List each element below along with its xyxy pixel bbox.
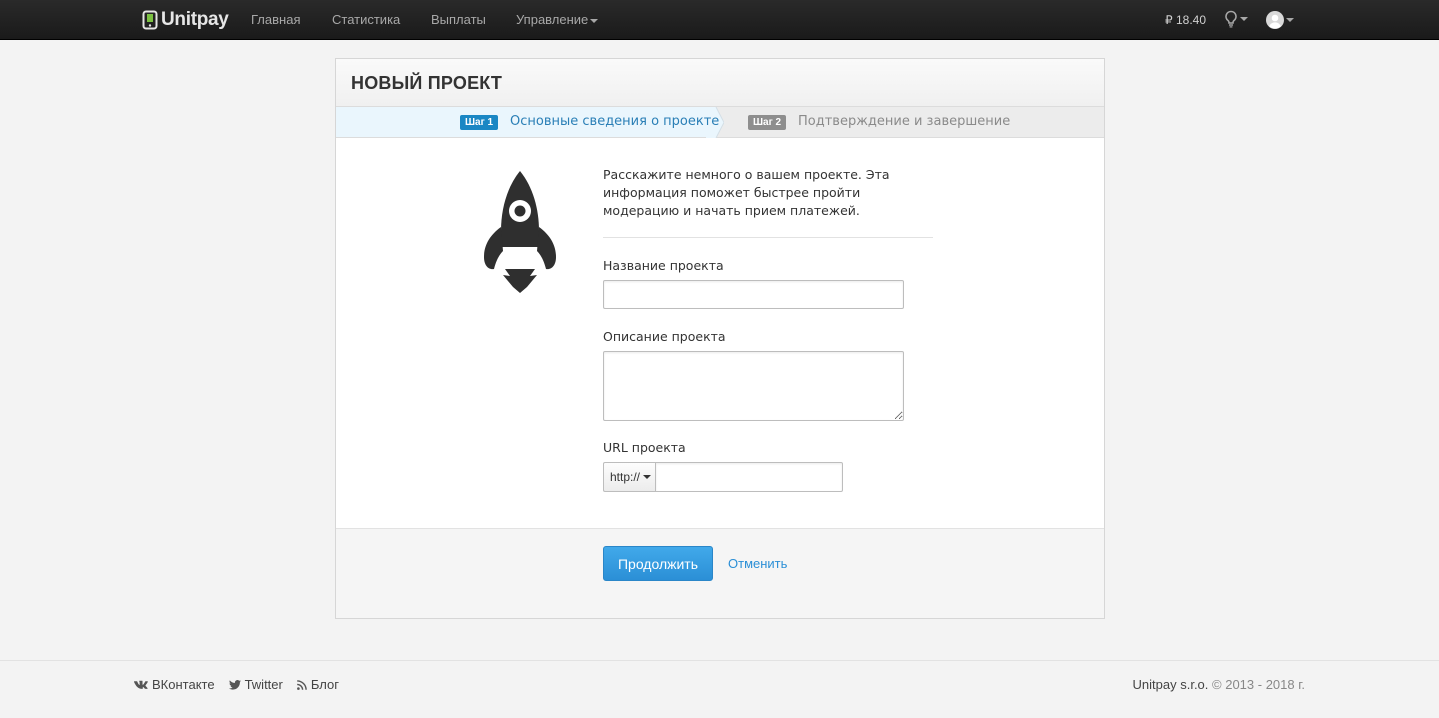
continue-button[interactable]: Продолжить xyxy=(603,546,713,581)
lightbulb-icon xyxy=(1225,10,1237,28)
project-description-input[interactable] xyxy=(603,351,904,421)
project-description-label: Описание проекта xyxy=(603,329,726,344)
project-url-input[interactable] xyxy=(655,462,843,492)
rocket-icon xyxy=(484,171,556,293)
nav-payouts[interactable]: Выплаты xyxy=(431,12,486,27)
balance-display[interactable]: ₽ 18.40 xyxy=(1165,13,1206,27)
footer-link-label: Блог xyxy=(310,677,339,692)
chevron-down-icon xyxy=(643,475,652,479)
footer-link-twitter[interactable]: Twitter xyxy=(228,677,283,692)
project-name-label: Название проекта xyxy=(603,258,724,273)
step-2-label: Подтверждение и завершение xyxy=(798,114,1011,129)
chevron-down-icon xyxy=(1286,18,1294,22)
twitter-icon xyxy=(228,679,241,690)
tips-menu[interactable] xyxy=(1224,10,1248,28)
copyright: Unitpay s.r.o. © 2013 - 2018 г. xyxy=(1133,677,1305,692)
footer-divider xyxy=(0,660,1439,661)
nav-management[interactable]: Управление xyxy=(516,12,599,27)
nav-management-label: Управление xyxy=(516,12,589,27)
top-navbar: Unitpay Главная Статистика Выплаты Управ… xyxy=(0,0,1439,40)
user-menu[interactable] xyxy=(1266,11,1294,29)
footer-link-label: Twitter xyxy=(244,677,283,692)
rss-icon xyxy=(296,679,307,690)
wizard-steps: Шаг 1 Основные сведения о проекте Шаг 2 … xyxy=(336,107,1104,138)
url-input-group: http:// xyxy=(603,462,843,492)
footer-link-vk[interactable]: ВКонтакте xyxy=(134,677,215,692)
copyright-years: © 2013 - 2018 г. xyxy=(1212,677,1305,692)
nav-statistics[interactable]: Статистика xyxy=(332,12,400,27)
step-1-badge: Шаг 1 xyxy=(460,115,499,130)
divider xyxy=(603,237,933,238)
phone-logo-icon xyxy=(142,10,158,30)
footer-link-blog[interactable]: Блог xyxy=(296,677,339,692)
footer-links: ВКонтакте Twitter Блог xyxy=(134,677,339,692)
brand-name: Unitpay xyxy=(161,9,229,30)
project-name-input[interactable] xyxy=(603,280,904,309)
page-title: НОВЫЙ ПРОЕКТ xyxy=(351,73,503,93)
brand-logo[interactable]: Unitpay xyxy=(142,8,229,32)
avatar-icon xyxy=(1266,11,1284,29)
url-protocol-value: http:// xyxy=(610,470,641,484)
panel-header: НОВЫЙ ПРОЕКТ xyxy=(336,59,1104,107)
url-protocol-select[interactable]: http:// xyxy=(603,462,655,492)
new-project-panel: НОВЫЙ ПРОЕКТ Шаг 1 Основные сведения о п… xyxy=(335,58,1105,619)
project-url-label: URL проекта xyxy=(603,440,686,455)
step-2-badge: Шаг 2 xyxy=(748,115,787,130)
nav-home[interactable]: Главная xyxy=(251,12,300,27)
step-1-label: Основные сведения о проекте xyxy=(510,114,720,129)
chevron-down-icon xyxy=(1240,17,1248,21)
panel-footer: Продолжить Отменить xyxy=(336,528,1104,618)
intro-text: Расскажите немного о вашем проекте. Эта … xyxy=(603,167,890,218)
footer-link-label: ВКонтакте xyxy=(152,677,215,692)
vk-icon xyxy=(134,680,148,689)
cancel-link[interactable]: Отменить xyxy=(728,556,787,571)
chevron-down-icon xyxy=(590,18,599,23)
company-name: Unitpay s.r.o. xyxy=(1132,677,1209,692)
